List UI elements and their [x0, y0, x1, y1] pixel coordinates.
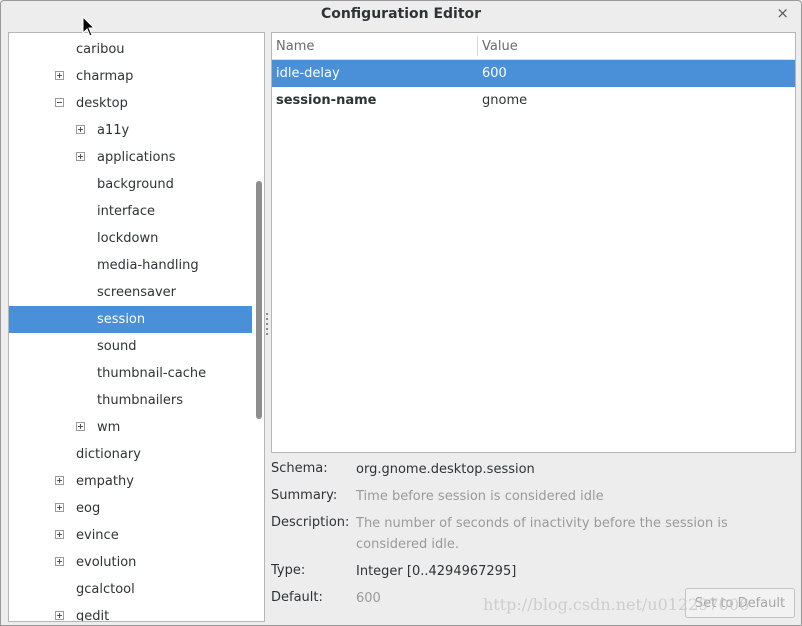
- pane-resize-handle[interactable]: [266, 313, 269, 343]
- schema-tree[interactable]: caribou charmap desktop a11y applications bac…: [8, 32, 265, 622]
- description-value: The number of seconds of inactivity befo…: [356, 516, 728, 552]
- column-separator: [477, 36, 478, 56]
- expand-icon[interactable]: [55, 530, 64, 539]
- tree-item-label: wm: [97, 420, 121, 435]
- tree-item-label: empathy: [76, 474, 134, 489]
- type-value: Integer [0..4294967295]: [356, 564, 517, 579]
- tree-item-sound[interactable]: sound: [9, 333, 252, 360]
- tree-item-desktop[interactable]: desktop: [9, 90, 252, 117]
- tree-item-label: thumbnail-cache: [97, 366, 207, 381]
- tree-item-label: eog: [76, 501, 101, 516]
- tree-item-dictionary[interactable]: dictionary: [9, 441, 252, 468]
- title-bar[interactable]: Configuration Editor ×: [1, 1, 801, 28]
- tree-scroll-thumb[interactable]: [256, 181, 262, 419]
- tree-item-empathy[interactable]: empathy: [9, 468, 252, 495]
- tree-item-label: evolution: [76, 555, 137, 570]
- tree-item-label: gedit: [76, 609, 110, 622]
- expand-icon[interactable]: [76, 125, 85, 134]
- tree-item-evince[interactable]: evince: [9, 522, 252, 549]
- tree-item-interface[interactable]: interface: [9, 198, 252, 225]
- window-title: Configuration Editor: [320, 6, 482, 22]
- key-name: session-name: [276, 93, 377, 108]
- expand-icon[interactable]: [55, 71, 64, 80]
- expand-icon[interactable]: [76, 152, 85, 161]
- tree-item-label: media-handling: [97, 258, 199, 273]
- tree-item-label: dictionary: [76, 447, 141, 462]
- tree-item-label: a11y: [97, 123, 130, 138]
- tree-item-label: thumbnailers: [97, 393, 184, 408]
- tree-item-label: interface: [97, 204, 155, 219]
- column-header-value[interactable]: Value: [482, 33, 518, 59]
- expand-icon[interactable]: [76, 422, 85, 431]
- key-row-idle-delay[interactable]: idle-delay 600: [272, 60, 795, 87]
- key-row-session-name[interactable]: session-name gnome: [272, 87, 795, 114]
- tree-item-caribou[interactable]: caribou: [9, 36, 252, 63]
- tree-item-media-handling[interactable]: media-handling: [9, 252, 252, 279]
- schema-value: org.gnome.desktop.session: [356, 462, 535, 477]
- expand-icon[interactable]: [55, 557, 64, 566]
- close-icon[interactable]: ×: [776, 4, 789, 22]
- mouse-pointer-icon: [82, 15, 96, 37]
- schema-label: Schema:: [271, 461, 328, 476]
- tree-item-label: lockdown: [97, 231, 159, 246]
- tree-item-a11y[interactable]: a11y: [9, 117, 252, 144]
- tree-item-label: evince: [76, 528, 119, 543]
- tree-item-wm[interactable]: wm: [9, 414, 252, 441]
- config-editor-window: Configuration Editor × caribou charmap des…: [0, 0, 802, 626]
- summary-label: Summary:: [271, 488, 338, 503]
- tree-item-label: charmap: [76, 69, 134, 84]
- watermark: http://blog.csdn.net/u012297006: [483, 595, 750, 614]
- key-name: idle-delay: [276, 66, 340, 81]
- expand-icon[interactable]: [55, 503, 64, 512]
- key-value: gnome: [482, 93, 528, 108]
- tree-item-label: caribou: [76, 42, 125, 57]
- tree-item-label: screensaver: [97, 285, 176, 300]
- type-label: Type:: [271, 563, 306, 578]
- tree-item-label: session: [97, 312, 146, 327]
- summary-value: Time before session is considered idle: [356, 489, 604, 504]
- tree-item-applications[interactable]: applications: [9, 144, 252, 171]
- description-label: Description:: [271, 515, 350, 530]
- tree-item-gcalctool[interactable]: gcalctool: [9, 576, 252, 603]
- tree-item-charmap[interactable]: charmap: [9, 63, 252, 90]
- default-label: Default:: [271, 590, 323, 605]
- tree-item-evolution[interactable]: evolution: [9, 549, 252, 576]
- keys-table-header: Name Value: [272, 33, 795, 60]
- expand-icon[interactable]: [55, 476, 64, 485]
- tree-item-label: sound: [97, 339, 137, 354]
- tree-item-background[interactable]: background: [9, 171, 252, 198]
- keys-table[interactable]: Name Value idle-delay 600 session-name gnom…: [271, 32, 796, 453]
- collapse-icon[interactable]: [55, 98, 64, 107]
- key-value: 600: [482, 66, 507, 81]
- tree-item-screensaver[interactable]: screensaver: [9, 279, 252, 306]
- expand-icon[interactable]: [55, 611, 64, 620]
- tree-item-label: desktop: [76, 96, 128, 111]
- column-header-name[interactable]: Name: [276, 33, 314, 59]
- tree-item-label: gcalctool: [76, 582, 135, 597]
- tree-scrollbar[interactable]: [253, 33, 264, 621]
- tree-item-session[interactable]: session: [9, 306, 252, 333]
- tree-item-lockdown[interactable]: lockdown: [9, 225, 252, 252]
- tree-item-label: background: [97, 177, 174, 192]
- tree-item-gedit[interactable]: gedit: [9, 603, 252, 622]
- tree-item-label: applications: [97, 150, 176, 165]
- tree-item-eog[interactable]: eog: [9, 495, 252, 522]
- tree-item-thumbnail-cache[interactable]: thumbnail-cache: [9, 360, 252, 387]
- tree-item-thumbnailers[interactable]: thumbnailers: [9, 387, 252, 414]
